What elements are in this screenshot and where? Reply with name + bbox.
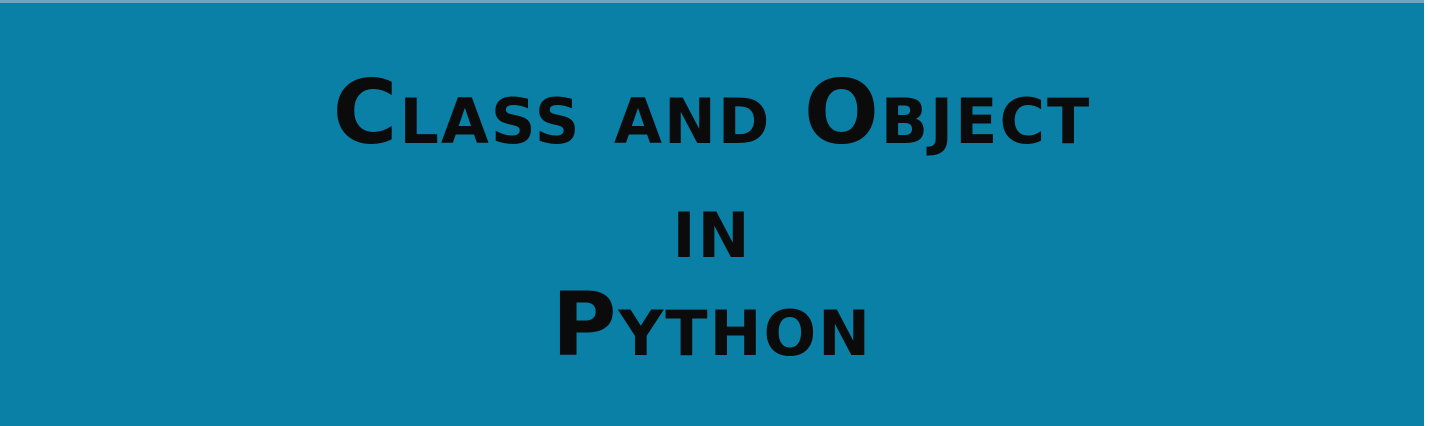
right-edge-strip (1424, 0, 1430, 426)
title-line-1: Class and Object (332, 61, 1092, 164)
title-line-2: in (672, 175, 752, 278)
title-slide: Class and Object in Python (0, 0, 1424, 426)
title-line-3: Python (551, 273, 873, 376)
